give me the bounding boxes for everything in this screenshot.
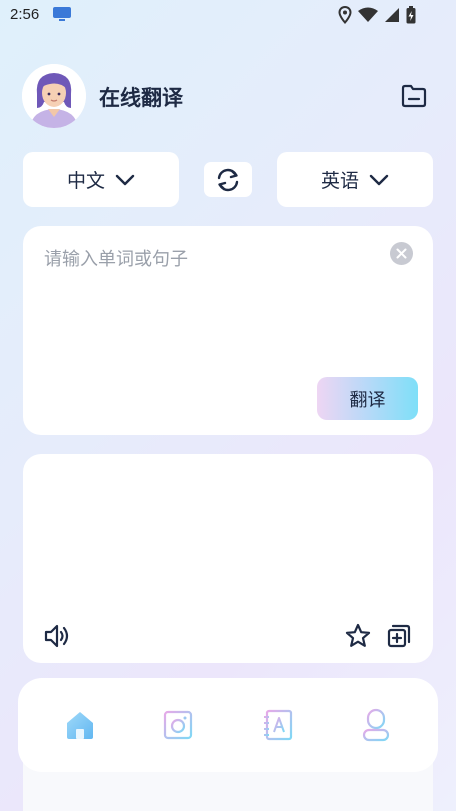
speaker-icon [44,624,69,648]
status-time: 2:56 [10,6,40,23]
bottom-nav [18,678,438,772]
home-icon [67,712,93,739]
star-icon [345,623,371,647]
folder-button[interactable] [398,80,430,112]
chevron-down-icon [115,174,135,185]
clear-icon [396,248,407,259]
speaker-button[interactable] [43,622,71,650]
source-text-input[interactable]: 请输入单词或句子 [44,245,188,271]
dictionary-icon [264,709,293,741]
output-card [23,454,433,663]
source-language-select[interactable]: 中文 [23,152,179,207]
status-icons [338,6,416,24]
input-card[interactable]: 请输入单词或句子 翻译 [23,226,433,435]
nav-profile[interactable] [359,708,393,742]
signal-icon [385,8,399,22]
app-header: 在线翻译 [22,64,434,128]
folder-icon [401,84,427,108]
chevron-down-icon [369,174,389,185]
copy-icon [387,624,411,648]
favorite-button[interactable] [344,622,372,650]
language-selector: 中文 英语 [23,152,433,207]
location-icon [338,6,352,24]
status-bar: 2:56 [0,0,456,32]
clear-button[interactable] [390,242,413,265]
source-language-label: 中文 [66,170,105,192]
swap-icon [217,168,239,191]
translate-button[interactable]: 翻译 [317,377,418,420]
nav-dictionary[interactable] [261,708,295,742]
target-language-label: 英语 [320,170,359,192]
battery-icon [406,6,416,24]
avatar[interactable] [22,64,86,128]
camera-icon [163,710,193,740]
nav-home[interactable] [63,708,97,742]
nav-camera[interactable] [161,708,195,742]
target-language-select[interactable]: 英语 [277,152,433,207]
page-title: 在线翻译 [99,86,183,110]
swap-languages-button[interactable] [204,162,252,197]
user-avatar-icon [22,64,86,128]
wifi-icon [358,7,378,22]
copy-button[interactable] [385,622,413,650]
profile-icon [362,708,390,742]
notification-icon [53,7,71,21]
